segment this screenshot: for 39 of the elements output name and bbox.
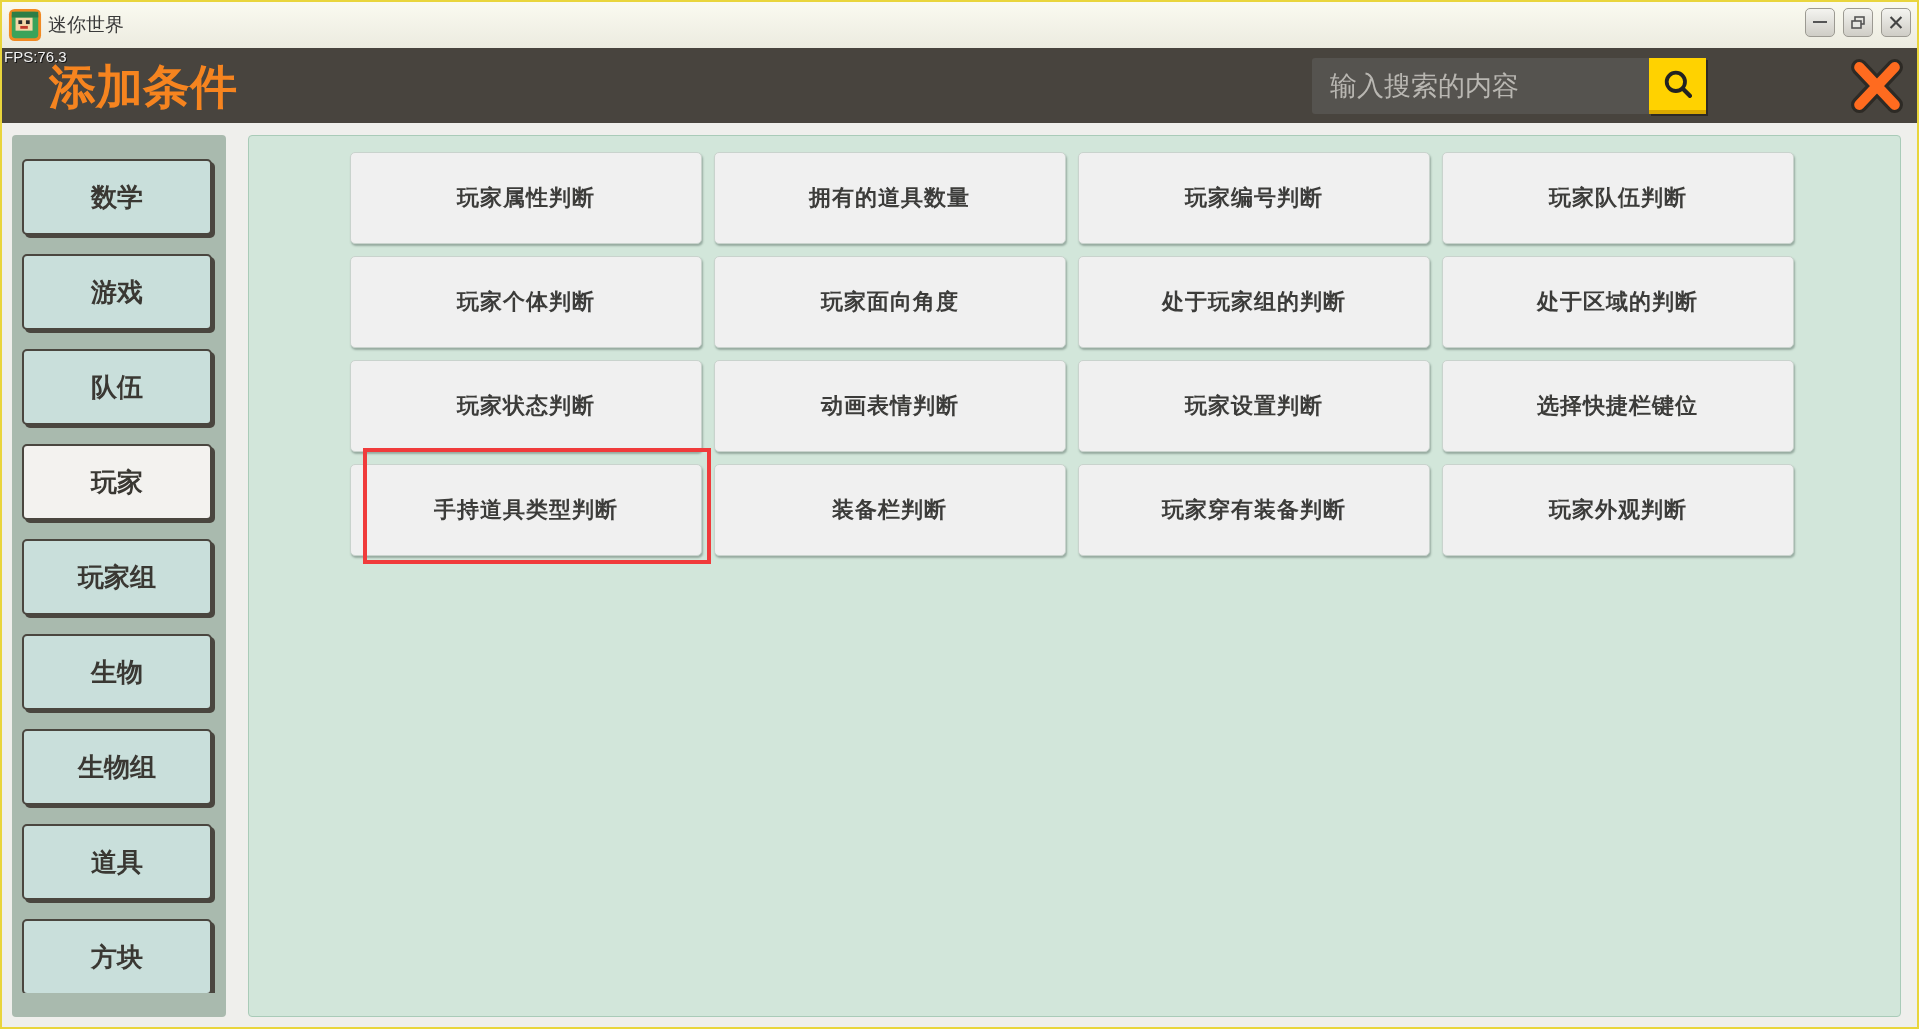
condition-button[interactable]: 处于区域的判断	[1441, 256, 1794, 348]
search-icon	[1663, 69, 1692, 98]
condition-button[interactable]: 玩家属性判断	[349, 152, 702, 244]
condition-button[interactable]: 装备栏判断	[713, 464, 1066, 556]
condition-button[interactable]: 选择快捷栏键位	[1441, 360, 1794, 452]
condition-button[interactable]: 玩家面向角度	[713, 256, 1066, 348]
minimize-button[interactable]	[1805, 7, 1835, 37]
restore-button[interactable]	[1843, 7, 1873, 37]
condition-button[interactable]: 玩家队伍判断	[1441, 152, 1794, 244]
minimize-icon	[1813, 21, 1827, 23]
search-button[interactable]	[1649, 57, 1706, 114]
close-icon	[1889, 15, 1903, 29]
category-button[interactable]: 道具	[22, 824, 212, 900]
search-field[interactable]: 输入搜索的内容	[1312, 57, 1649, 114]
condition-button[interactable]: 玩家个体判断	[349, 256, 702, 348]
restore-icon	[1851, 15, 1865, 29]
category-button[interactable]: 玩家	[22, 444, 212, 520]
category-button[interactable]: 生物	[22, 634, 212, 710]
condition-button[interactable]: 玩家外观判断	[1441, 464, 1794, 556]
condition-button[interactable]: 动画表情判断	[713, 360, 1066, 452]
category-button[interactable]: 数学	[22, 159, 212, 235]
window-title: 迷你世界	[48, 12, 124, 37]
condition-button[interactable]: 玩家设置判断	[1077, 360, 1430, 452]
category-button[interactable]: 方块	[22, 919, 212, 993]
app-icon	[8, 8, 42, 42]
condition-button[interactable]: 玩家状态判断	[349, 360, 702, 452]
category-button[interactable]: 玩家组	[22, 539, 212, 615]
condition-button[interactable]: 处于玩家组的判断	[1077, 256, 1430, 348]
category-button[interactable]: 生物组	[22, 729, 212, 805]
close-button[interactable]	[1851, 58, 1903, 113]
category-button[interactable]: 游戏	[22, 254, 212, 330]
condition-button[interactable]: 玩家穿有装备判断	[1077, 464, 1430, 556]
close-icon	[1851, 58, 1903, 113]
category-button[interactable]: 队伍	[22, 349, 212, 425]
window-close-button[interactable]	[1881, 7, 1911, 37]
condition-button[interactable]: 手持道具类型判断	[349, 464, 702, 556]
condition-button[interactable]: 玩家编号判断	[1077, 152, 1430, 244]
condition-button[interactable]: 拥有的道具数量	[713, 152, 1066, 244]
fps-counter: FPS:76.3	[4, 48, 67, 65]
